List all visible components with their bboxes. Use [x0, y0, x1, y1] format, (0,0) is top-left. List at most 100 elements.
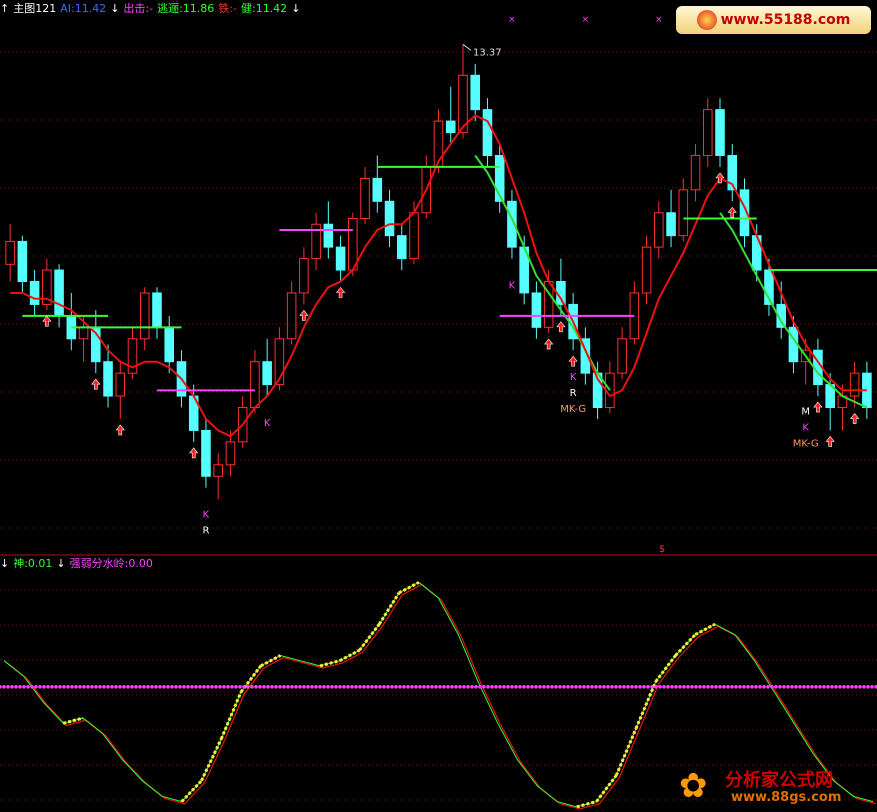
watershed-dot: [698, 684, 702, 689]
watershed-dot: [534, 684, 538, 689]
candle-body: [470, 74, 481, 111]
watershed-dot: [282, 684, 286, 689]
watershed-dot: [302, 684, 306, 689]
watershed-dot: [166, 684, 170, 689]
watershed-dot: [138, 684, 142, 689]
watershed-dot: [254, 684, 258, 689]
watershed-dot: [730, 684, 734, 689]
stock-chart[interactable]: KRKKKRMK-GMKMK-G×××××13.37$: [0, 0, 877, 812]
ma-red-line: [10, 114, 867, 438]
down-arrow-icon[interactable]: ↓: [110, 2, 119, 15]
watershed-dot: [366, 684, 370, 689]
buy-arrow-icon: [825, 435, 835, 447]
candle-body: [384, 200, 395, 237]
watershed-dot: [186, 684, 190, 689]
candle-body: [54, 269, 64, 317]
watershed-dot: [634, 684, 638, 689]
top-marker: ×: [582, 15, 590, 25]
watershed-dot: [398, 684, 402, 689]
watershed-dot: [570, 684, 574, 689]
watershed-dot: [722, 684, 726, 689]
watershed-dot: [566, 684, 570, 689]
watershed-dot: [506, 684, 510, 689]
max-pointer: [462, 43, 472, 51]
candle-body: [690, 154, 701, 191]
candle-body: [531, 292, 542, 328]
watershed-dot: [294, 684, 298, 689]
watershed-dot: [858, 684, 862, 689]
watershed-dot: [30, 684, 34, 689]
watershed-dot: [518, 684, 522, 689]
watershed-dot: [850, 684, 854, 689]
watershed-dot: [322, 684, 326, 689]
watershed-dot: [702, 684, 706, 689]
watermark-top: www.55188.com: [676, 6, 871, 34]
watershed-dot: [382, 684, 386, 689]
watershed-dot: [694, 684, 698, 689]
watershed-dot: [170, 684, 174, 689]
up-arrow-icon[interactable]: ↑: [0, 2, 9, 15]
watershed-dot: [862, 684, 866, 689]
watershed-dot: [18, 684, 22, 689]
candle-body: [262, 361, 272, 386]
watershed-dot: [790, 684, 794, 689]
watershed-dot: [174, 684, 178, 689]
watershed-dot: [706, 684, 710, 689]
candle-body: [678, 189, 689, 237]
watershed-dot: [594, 684, 598, 689]
watershed-dot: [866, 684, 870, 689]
watershed-dot: [326, 684, 330, 689]
watershed-dot: [806, 684, 810, 689]
watershed-dot: [666, 684, 670, 689]
watershed-dot: [134, 684, 138, 689]
signal-label: K: [802, 423, 809, 434]
watershed-dot: [390, 684, 394, 689]
watershed-dot: [262, 684, 266, 689]
buy-arrow-icon: [544, 338, 554, 350]
buy-arrow-icon: [335, 287, 346, 298]
watershed-dot: [690, 684, 694, 689]
watershed-dot: [470, 684, 474, 689]
watershed-dot: [606, 684, 610, 689]
candle-body: [372, 177, 383, 202]
watershed-dot: [58, 684, 62, 689]
watershed-dot: [150, 684, 154, 689]
watershed-dot: [194, 684, 198, 689]
watershed-dot: [234, 684, 238, 689]
candle-body: [139, 292, 150, 340]
watershed-dot: [402, 684, 406, 689]
watermark-top-text: www.55188.com: [720, 12, 851, 28]
watershed-dot: [826, 684, 830, 689]
candle-body: [323, 223, 334, 248]
down-arrow-icon[interactable]: ↓: [56, 557, 65, 570]
watershed-dot: [754, 684, 758, 689]
signal-label: R: [202, 526, 209, 537]
down-arrow-icon[interactable]: ↓: [0, 557, 9, 570]
watershed-dot: [246, 684, 250, 689]
watershed-dot: [266, 684, 270, 689]
buy-arrow-icon: [813, 401, 823, 413]
watershed-dot: [670, 684, 674, 689]
watershed-dot: [814, 684, 818, 689]
candle-body: [29, 281, 40, 305]
watershed-dot: [306, 684, 310, 689]
watershed-dot: [762, 684, 766, 689]
watershed-dot: [338, 684, 342, 689]
watershed-dot: [422, 684, 426, 689]
oscillator-panel-header: ↓ 神:0.01 ↓ 强弱分水岭:0.00: [0, 555, 153, 571]
watershed-dot: [582, 684, 586, 689]
watershed-dot: [418, 684, 422, 689]
watershed-dot: [682, 684, 686, 689]
jian-value: 健:11.42: [240, 2, 288, 15]
watershed-dot: [586, 684, 590, 689]
watershed-dot: [66, 684, 70, 689]
candle-body: [396, 235, 407, 260]
watershed-dot: [0, 684, 2, 689]
watershed-dot: [798, 684, 802, 689]
candle-body: [286, 292, 297, 340]
watershed-dot: [206, 684, 210, 689]
watershed-dot: [714, 684, 718, 689]
down-arrow-icon[interactable]: ↓: [291, 2, 300, 15]
watershed-dot: [318, 684, 322, 689]
watershed-dot: [350, 684, 354, 689]
